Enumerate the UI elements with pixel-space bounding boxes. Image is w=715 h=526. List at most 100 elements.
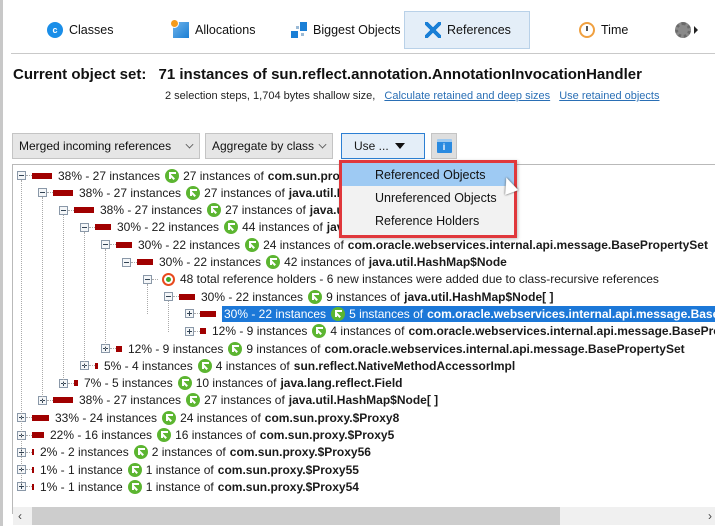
row-content: 2% - 2 instances 2 instances of com.sun.pr… xyxy=(40,445,371,460)
instance-count: 27 instances of xyxy=(204,393,285,408)
percentage-bar xyxy=(116,345,122,352)
instance-percentage: 30% - 22 instances xyxy=(201,289,304,304)
tree-guide-line xyxy=(147,283,148,315)
navigate-arrow-icon[interactable] xyxy=(165,168,180,183)
instance-count: 10 instances of xyxy=(195,376,277,391)
tree-row[interactable]: 12% - 9 instances 4 instances of com.oracl… xyxy=(185,323,715,340)
menu-item-reference-holders[interactable]: Reference Holders xyxy=(342,209,514,232)
tree-guide-line xyxy=(42,197,43,401)
tree-row[interactable]: 30% - 22 instances 24 instances of com.ora… xyxy=(101,236,708,253)
navigate-arrow-icon[interactable] xyxy=(186,185,201,200)
instance-count: 24 instances of xyxy=(180,410,261,425)
info-button[interactable]: i xyxy=(431,133,457,159)
tab-classes[interactable]: c Classes xyxy=(33,11,127,49)
tree-row[interactable]: 7% - 5 instances 10 instances of java.lang… xyxy=(59,375,402,392)
class-name: com.oracle.webservices.internal.api.mess… xyxy=(408,324,715,339)
tab-allocations[interactable]: Allocations xyxy=(159,11,269,49)
tree-row[interactable]: 30% - 22 instances 9 instances of java.uti… xyxy=(164,288,553,305)
class-name: com.sun.proxy.$Proxy8 xyxy=(264,410,400,425)
navigate-arrow-icon[interactable] xyxy=(266,255,281,269)
class-name: com.sun.proxy.$Proxy55 xyxy=(217,462,359,477)
reference-holders-summary-row[interactable]: 48 total reference holders - 6 new insta… xyxy=(143,271,659,288)
navigate-arrow-icon[interactable] xyxy=(186,393,201,408)
instance-count: 5 instances of xyxy=(349,306,424,321)
percentage-bar xyxy=(179,293,195,300)
row-content: 12% - 9 instances 4 instances of com.oracl… xyxy=(212,324,715,339)
collapse-toggle-icon[interactable] xyxy=(143,274,152,284)
clock-icon xyxy=(579,22,595,38)
tree-row[interactable]: 12% - 9 instances 9 instances of com.oracl… xyxy=(101,340,685,357)
tree-row[interactable]: 30% - 22 instances 42 instances of java.ut… xyxy=(122,254,507,271)
collapse-toggle-icon[interactable] xyxy=(59,205,68,215)
tree-row[interactable]: 5% - 4 instances 4 instances of sun.reflec… xyxy=(80,357,515,374)
collapse-toggle-icon[interactable] xyxy=(80,222,89,232)
scroll-right-icon[interactable]: › xyxy=(708,509,712,523)
tab-label: Classes xyxy=(69,23,114,37)
navigate-arrow-icon[interactable] xyxy=(127,462,142,477)
tab-biggest-objects[interactable]: Biggest Objects xyxy=(277,11,415,49)
tree-row[interactable]: 38% - 27 instances27 instances ofjava.ut… xyxy=(38,392,438,409)
tab-references[interactable]: References xyxy=(404,11,530,49)
row-content: 33% - 24 instances 24 instances of com.sun… xyxy=(55,410,400,425)
tree-row[interactable]: 22% - 16 instances 16 instances of com.sun… xyxy=(17,427,394,444)
instance-percentage: 22% - 16 instances xyxy=(50,428,153,442)
menu-item-referenced-objects[interactable]: Referenced Objects xyxy=(342,163,514,186)
navigate-arrow-icon[interactable] xyxy=(207,203,222,218)
instance-percentage: 30% - 22 instances xyxy=(138,237,241,252)
calculate-sizes-link[interactable]: Calculate retained and deep sizes xyxy=(384,90,550,102)
instance-count: 4 instances of xyxy=(330,324,405,339)
tab-time[interactable]: Time xyxy=(565,11,642,49)
collapse-toggle-icon[interactable] xyxy=(101,240,110,250)
summary-text: 2 selection steps, 1,704 bytes shallow s… xyxy=(165,90,376,102)
collapse-toggle-icon[interactable] xyxy=(17,171,26,180)
navigate-arrow-icon[interactable] xyxy=(127,479,142,494)
instance-percentage: 30% - 22 instances xyxy=(117,220,220,235)
holders-summary-text: 48 total reference holders - 6 new insta… xyxy=(180,272,659,287)
tree-row[interactable]: 1% - 1 instance 1 instance of com.sun.prox… xyxy=(17,478,359,495)
percentage-bar xyxy=(200,328,206,335)
row-content: 30% - 22 instances 9 instances of java.uti… xyxy=(201,289,553,304)
view-mode-select[interactable]: Merged incoming references xyxy=(12,133,200,159)
navigate-arrow-icon[interactable] xyxy=(197,358,212,373)
collapse-toggle-icon[interactable] xyxy=(122,257,131,267)
tree-row[interactable]: 38% - 27 instances27 instances ofjava.ut… xyxy=(38,184,390,201)
navigate-arrow-icon[interactable] xyxy=(331,306,346,321)
menu-item-unreferenced-objects[interactable]: Unreferenced Objects xyxy=(342,186,514,209)
navigate-arrow-icon[interactable] xyxy=(245,237,260,252)
tree-row[interactable]: 30% - 22 instances 5 instances of com.orac… xyxy=(185,305,715,322)
row-content: 1% - 1 instance 1 instance of com.sun.prox… xyxy=(40,479,359,494)
chevron-down-icon xyxy=(318,140,327,149)
instance-percentage: 38% - 27 instances xyxy=(79,185,182,200)
instance-count: 27 instances of xyxy=(225,203,306,218)
instance-percentage: 1% - 1 instance xyxy=(40,479,123,494)
class-name: com.sun.proxy.$Proxy56 xyxy=(229,445,371,460)
navigate-arrow-icon[interactable] xyxy=(177,376,192,391)
instance-percentage: 2% - 2 instances xyxy=(40,445,129,460)
tree-row[interactable]: 1% - 1 instance 1 instance of com.sun.prox… xyxy=(17,461,359,478)
scroll-left-icon[interactable]: ‹ xyxy=(18,509,22,523)
collapse-toggle-icon[interactable] xyxy=(38,188,47,198)
settings-menu-button[interactable] xyxy=(671,11,702,49)
navigate-arrow-icon[interactable] xyxy=(133,445,148,460)
use-menu-button[interactable]: Use ... xyxy=(341,133,425,159)
collapse-toggle-icon[interactable] xyxy=(164,292,173,302)
navigate-arrow-icon[interactable] xyxy=(312,324,327,339)
tab-label: Biggest Objects xyxy=(313,23,401,37)
expand-toggle-icon[interactable] xyxy=(185,326,194,336)
scrollbar-thumb[interactable] xyxy=(32,507,560,525)
class-name: com.sun.proxy.$Proxy5 xyxy=(259,428,395,442)
navigate-arrow-icon[interactable] xyxy=(224,220,239,235)
tab-label: Time xyxy=(601,23,629,37)
tree-row[interactable]: 2% - 2 instances 2 instances of com.sun.pr… xyxy=(17,444,371,461)
tree-row[interactable]: 33% - 24 instances 24 instances of com.sun… xyxy=(17,409,399,426)
object-set-summary: 2 selection steps, 1,704 bytes shallow s… xyxy=(165,90,659,102)
navigate-arrow-icon[interactable] xyxy=(228,341,243,356)
navigate-arrow-icon[interactable] xyxy=(162,410,177,425)
expand-toggle-icon[interactable] xyxy=(185,309,194,319)
navigate-arrow-icon[interactable] xyxy=(157,428,172,442)
use-retained-objects-link[interactable]: Use retained objects xyxy=(559,90,659,102)
percentage-bar xyxy=(53,189,73,196)
aggregation-select[interactable]: Aggregate by class xyxy=(205,133,333,159)
navigate-arrow-icon[interactable] xyxy=(308,289,323,304)
horizontal-scrollbar[interactable]: ‹ › xyxy=(13,507,715,525)
